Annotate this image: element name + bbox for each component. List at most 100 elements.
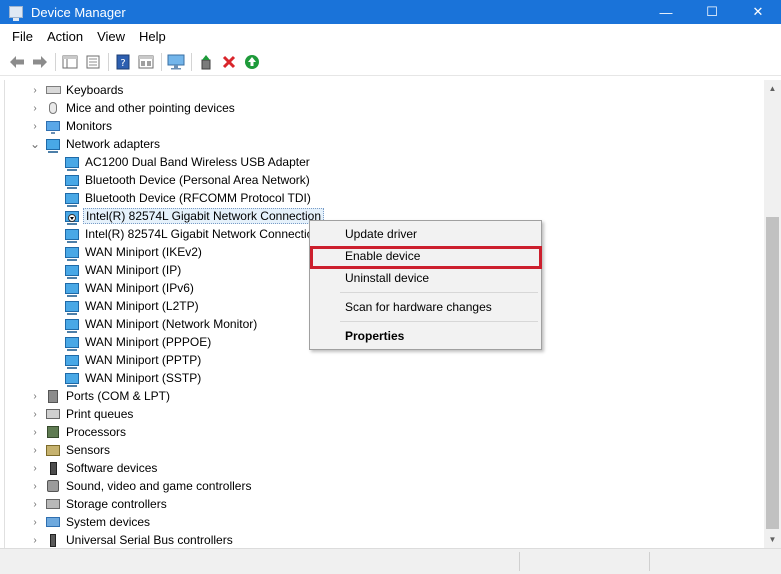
tree-row-label: WAN Miniport (Network Monitor) (85, 317, 258, 331)
sensor-icon (45, 443, 61, 457)
network-adapter-icon (64, 263, 80, 279)
toolbar: ? (0, 49, 781, 76)
status-segment (0, 552, 520, 571)
vertical-scrollbar[interactable]: ▲ ▼ (764, 80, 781, 548)
tree-row-label: WAN Miniport (PPPOE) (85, 335, 212, 349)
network-adapter-icon-shape (65, 264, 79, 279)
port-icon-shape (48, 389, 58, 403)
menu-action[interactable]: Action (40, 27, 90, 47)
tree-row-label: Universal Serial Bus controllers (66, 533, 233, 547)
tree-row-label: WAN Miniport (SSTP) (85, 371, 202, 385)
expand-arrow-icon[interactable]: › (29, 423, 41, 441)
update-driver-button[interactable] (195, 51, 217, 73)
network-adapter-icon (64, 155, 80, 171)
network-adapter-icon (45, 137, 61, 153)
help-icon: ? (116, 54, 130, 70)
collapse-arrow-icon[interactable]: ⌄ (29, 135, 41, 153)
tree-row-label: Network adapters (66, 137, 161, 151)
enable-device-button[interactable] (241, 51, 263, 73)
menu-view[interactable]: View (90, 27, 132, 47)
tree-row-label: System devices (66, 515, 151, 529)
mouse-icon-shape (49, 102, 57, 114)
menu-help[interactable]: Help (132, 27, 173, 47)
tree-row-label: Bluetooth Device (RFCOMM Protocol TDI) (85, 191, 311, 205)
toolbar-separator (191, 53, 192, 71)
window-title: Device Manager (31, 4, 126, 20)
forward-button[interactable] (29, 51, 51, 73)
scroll-down-arrow[interactable]: ▼ (764, 531, 781, 548)
device-manager-app-icon (9, 6, 23, 21)
printer-icon (45, 407, 61, 421)
view-icon (138, 55, 154, 69)
context-menu-scan-hardware[interactable]: Scan for hardware changes (311, 296, 540, 318)
network-adapter-icon (64, 245, 80, 261)
network-adapter-icon-shape (65, 246, 79, 261)
expand-arrow-icon[interactable]: › (29, 531, 41, 549)
context-menu-update-driver[interactable]: Update driver (311, 223, 540, 245)
scan-hardware-button[interactable] (165, 51, 187, 73)
uninstall-device-button[interactable] (218, 51, 240, 73)
network-adapter-icon (64, 191, 80, 207)
keyboard-icon (45, 83, 61, 97)
system-device-icon-shape (46, 517, 60, 527)
printer-icon-shape (46, 409, 60, 419)
expand-arrow-icon[interactable]: › (29, 477, 41, 495)
menu-file[interactable]: File (5, 27, 40, 47)
context-menu-separator (340, 321, 538, 322)
network-adapter-icon (64, 299, 80, 315)
expand-arrow-icon[interactable]: › (29, 81, 41, 99)
sound-icon-shape (47, 480, 59, 492)
storage-icon-shape (46, 499, 60, 509)
scroll-up-arrow[interactable]: ▲ (764, 80, 781, 97)
toolbar-separator (108, 53, 109, 71)
window-controls: — ☐ ✕ (643, 0, 781, 24)
network-adapter-icon-shape (65, 318, 79, 333)
maximize-button[interactable]: ☐ (689, 0, 735, 24)
minimize-button[interactable]: — (643, 0, 689, 24)
tree-row-label: Processors (66, 425, 127, 439)
network-adapter-icon-shape (46, 138, 60, 153)
status-segment (520, 552, 650, 571)
show-hide-tree-button[interactable] (59, 51, 81, 73)
back-button[interactable] (6, 51, 28, 73)
storage-icon (45, 497, 61, 511)
tree-row-label: Storage controllers (66, 497, 167, 511)
usb-icon (45, 533, 61, 547)
software-device-icon (45, 461, 61, 475)
context-menu: Update driver Enable device Uninstall de… (309, 220, 542, 350)
expand-arrow-icon[interactable]: › (29, 405, 41, 423)
context-menu-properties[interactable]: Properties (311, 325, 540, 347)
tree-row-label: Software devices (66, 461, 158, 475)
usb-icon-shape (50, 533, 56, 547)
sensor-icon-shape (46, 444, 60, 456)
scroll-thumb[interactable] (766, 217, 779, 529)
context-menu-uninstall-device[interactable]: Uninstall device (311, 267, 540, 289)
network-adapter-icon (64, 353, 80, 369)
expand-arrow-icon[interactable]: › (29, 117, 41, 135)
menu-bar: File Action View Help (0, 24, 781, 49)
forward-icon (33, 56, 47, 68)
svg-text:?: ? (120, 58, 125, 69)
toolbar-separator (55, 53, 56, 71)
expand-arrow-icon[interactable]: › (29, 387, 41, 405)
network-adapter-icon (64, 173, 80, 189)
tree-row-label: Keyboards (66, 83, 124, 97)
tree-row-label: Monitors (66, 119, 113, 133)
properties-icon (86, 55, 100, 69)
help-button[interactable]: ? (112, 51, 134, 73)
network-adapter-icon-shape (65, 174, 79, 189)
expand-arrow-icon[interactable]: › (29, 495, 41, 513)
view-button[interactable] (135, 51, 157, 73)
tree-row-label: WAN Miniport (IPv6) (85, 281, 194, 295)
expand-arrow-icon[interactable]: › (29, 459, 41, 477)
network-adapter-icon (64, 335, 80, 351)
expand-arrow-icon[interactable]: › (29, 441, 41, 459)
close-button[interactable]: ✕ (735, 0, 781, 24)
enable-device-highlight-box (310, 246, 542, 269)
expand-arrow-icon[interactable]: › (29, 99, 41, 117)
network-adapter-icon-shape (65, 282, 79, 297)
title-bar[interactable]: Device Manager — ☐ ✕ (0, 0, 781, 24)
properties-button[interactable] (82, 51, 104, 73)
network-adapter-icon-shape (65, 354, 79, 369)
expand-arrow-icon[interactable]: › (29, 513, 41, 531)
